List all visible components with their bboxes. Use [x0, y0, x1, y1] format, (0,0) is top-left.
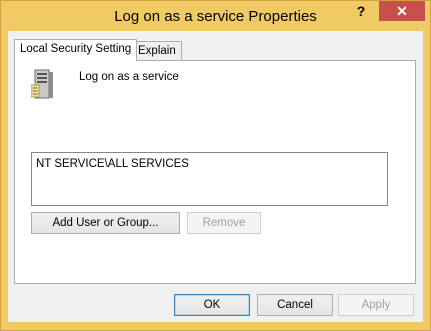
tab-local-security-setting[interactable]: Local Security Setting	[14, 39, 138, 61]
members-listbox[interactable]: NT SERVICE\ALL SERVICES	[31, 152, 388, 206]
remove-button[interactable]: Remove	[187, 212, 261, 234]
dialog-client-area: Local Security Setting Explain Log on as…	[8, 31, 423, 322]
cancel-button[interactable]: Cancel	[257, 294, 333, 316]
tab-panel: Log on as a service NT SERVICE\ALL SERVI…	[14, 60, 416, 284]
add-user-or-group-button[interactable]: Add User or Group...	[31, 212, 180, 234]
list-item[interactable]: NT SERVICE\ALL SERVICES	[36, 158, 189, 170]
ok-button[interactable]: OK	[174, 294, 250, 316]
close-button[interactable]: ✕	[379, 1, 425, 21]
tab-explain[interactable]: Explain	[132, 41, 182, 61]
help-button[interactable]: ?	[348, 1, 374, 21]
server-icon	[31, 69, 53, 99]
apply-button[interactable]: Apply	[338, 294, 414, 316]
title-bar[interactable]: Log on as a service Properties ? ✕	[1, 1, 430, 31]
policy-title: Log on as a service	[79, 71, 179, 83]
dialog-window: Log on as a service Properties ? ✕ Local…	[0, 0, 431, 331]
